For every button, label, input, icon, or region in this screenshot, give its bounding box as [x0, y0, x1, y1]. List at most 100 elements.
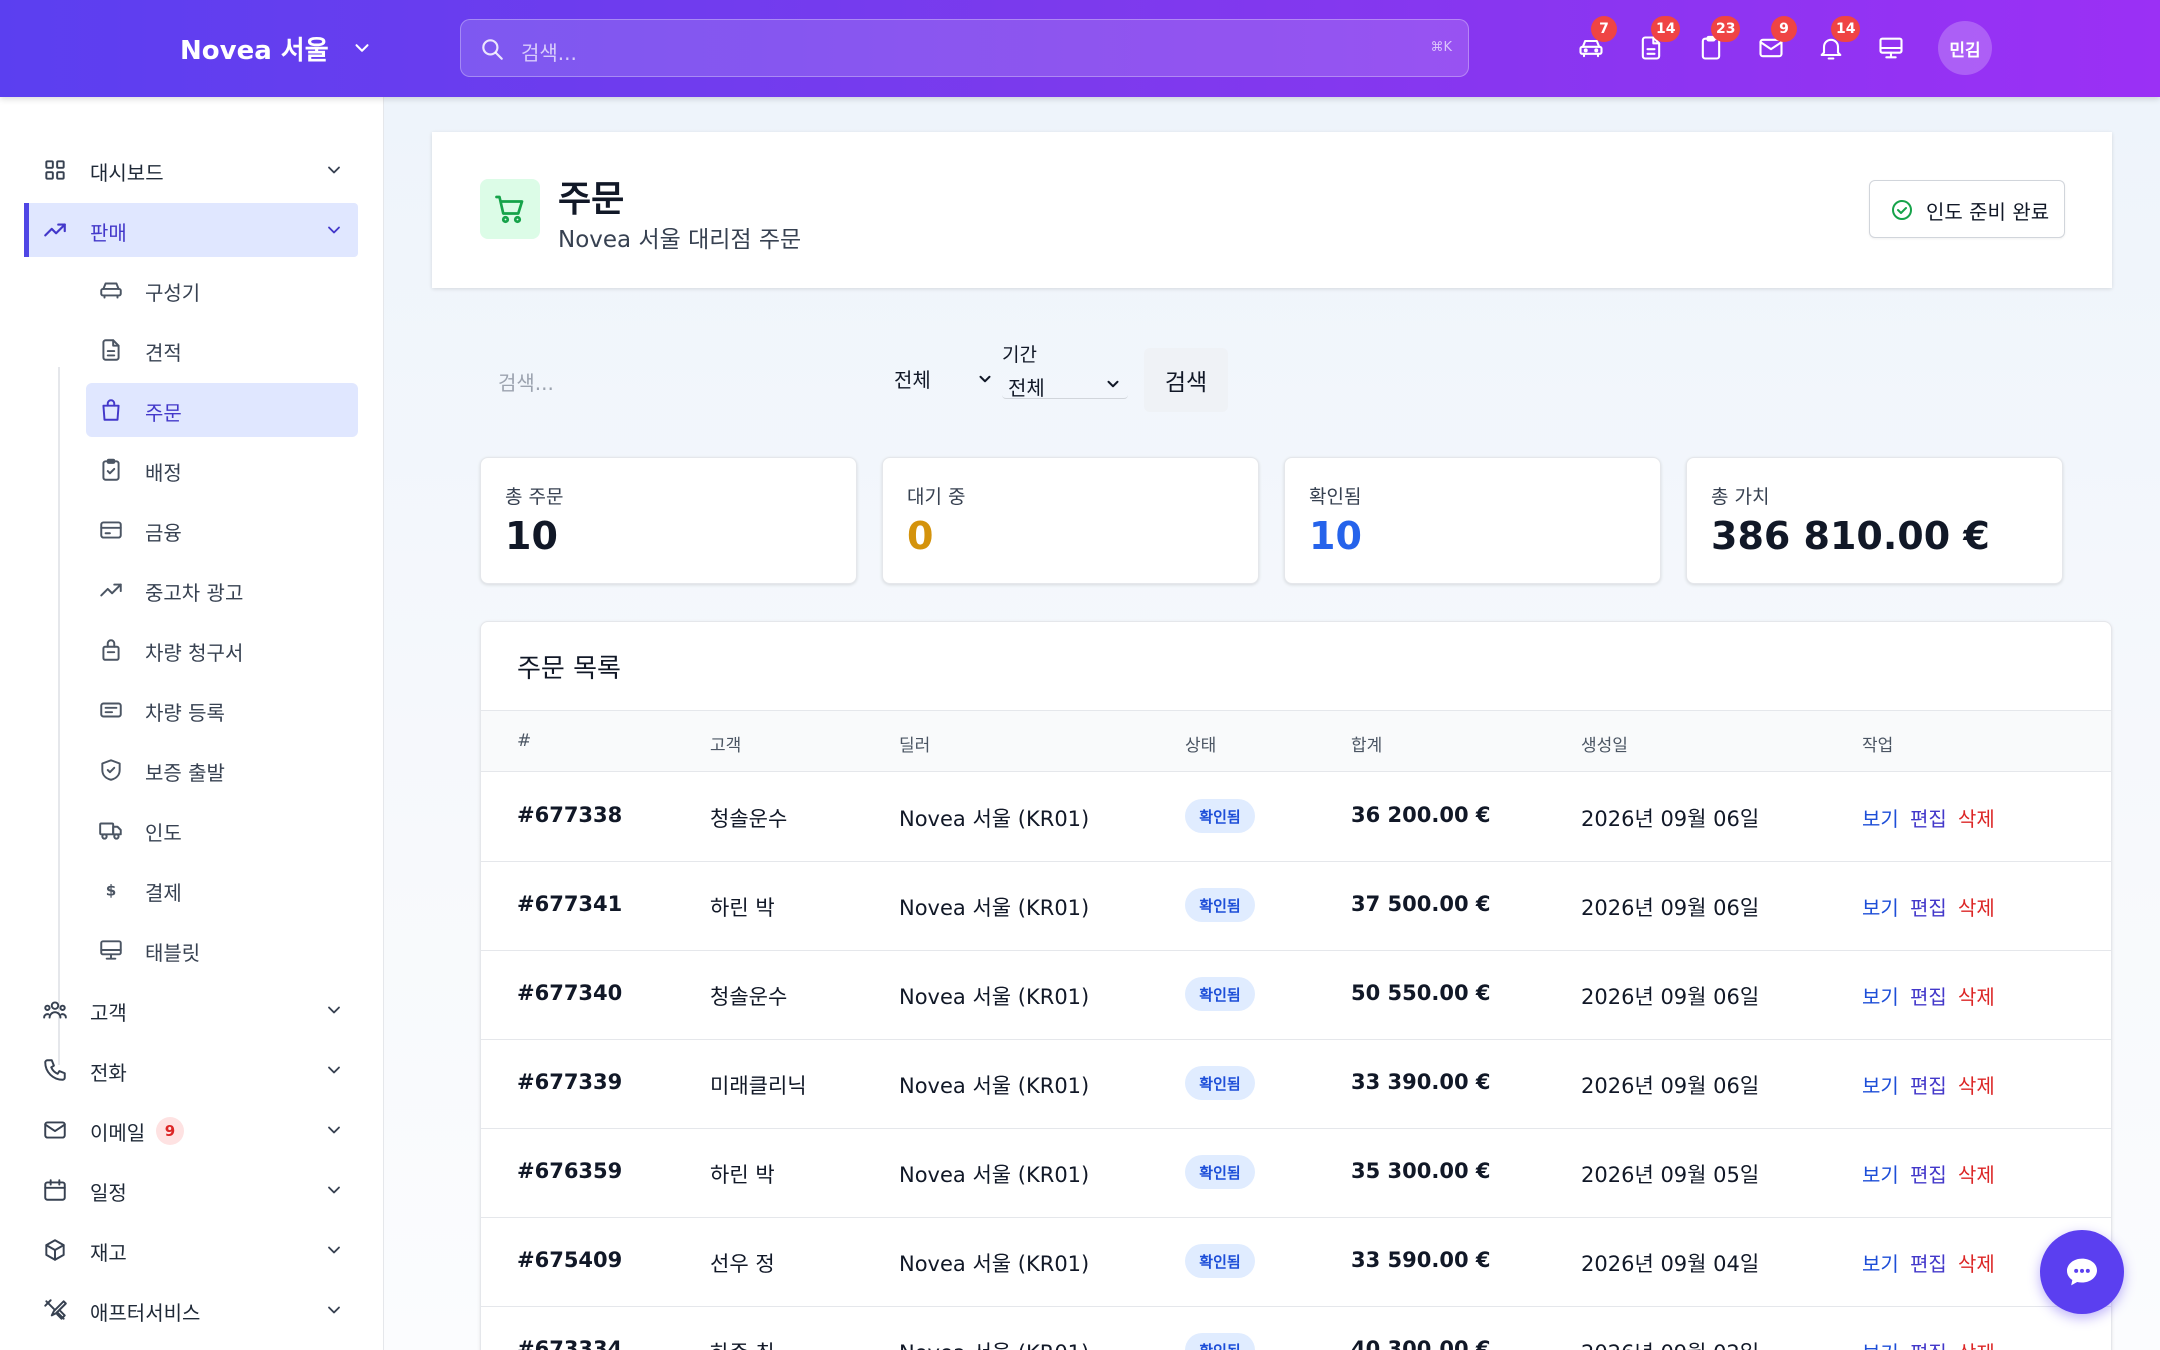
- sidebar-item-label: 고객: [90, 1001, 127, 1025]
- stat-card-total-value: 총 가치 386 810.00 €: [1686, 457, 2063, 584]
- edit-link[interactable]: 편집: [1910, 803, 1947, 832]
- view-link[interactable]: 보기: [1862, 892, 1899, 921]
- edit-link[interactable]: 편집: [1910, 1248, 1947, 1277]
- stat-label: 총 가치: [1711, 486, 1770, 508]
- sidebar-item-after-service[interactable]: 애프터서비스: [24, 1283, 358, 1337]
- sidebar-item-customers[interactable]: 고객: [24, 983, 358, 1037]
- view-link[interactable]: 보기: [1862, 1337, 1899, 1350]
- sidebar-item-delivery[interactable]: 인도: [86, 803, 358, 857]
- brand-name: Novea 서울: [180, 35, 329, 66]
- table-header: # 고객 딜러 상태 합계 생성일 작업: [481, 710, 2111, 772]
- header-notifications-button[interactable]: 14: [1811, 16, 1861, 68]
- grid-icon: [45, 160, 65, 180]
- edit-link[interactable]: 편집: [1910, 1070, 1947, 1099]
- email-count-badge: 9: [156, 1117, 184, 1145]
- order-total: 33 590.00 €: [1351, 1248, 1491, 1272]
- car-icon: [100, 282, 122, 299]
- delete-link[interactable]: 삭제: [1958, 1337, 1995, 1350]
- order-date: 2026년 09월 05일: [1581, 1163, 1760, 1187]
- sidebar-item-label: 배정: [145, 461, 182, 485]
- header-monitor-button[interactable]: [1871, 28, 1911, 68]
- header-mail-button[interactable]: 9: [1751, 16, 1797, 68]
- notifications-badge: 14: [1831, 16, 1861, 42]
- sidebar-item-warranty-start[interactable]: 보증 출발: [86, 743, 358, 797]
- user-avatar[interactable]: 민김: [1938, 21, 1992, 75]
- status-filter-select[interactable]: 전체: [894, 364, 991, 393]
- sidebar-item-label: 이메일: [90, 1121, 146, 1145]
- edit-link[interactable]: 편집: [1910, 1337, 1947, 1350]
- sidebar-item-vehicle-invoice[interactable]: 차량 청구서: [86, 623, 358, 677]
- order-date: 2026년 09월 06일: [1581, 985, 1760, 1009]
- order-customer: 하린 박: [710, 896, 775, 920]
- order-customer: 청솔운수: [710, 807, 788, 831]
- delete-link[interactable]: 삭제: [1958, 1248, 1995, 1277]
- column-header: 합계: [1351, 736, 1383, 756]
- shopping-bag-icon: [102, 399, 120, 421]
- header-car-button[interactable]: 7: [1571, 16, 1617, 68]
- page-subtitle: Novea 서울 대리점 주문: [558, 227, 802, 253]
- sidebar-item-schedule[interactable]: 일정: [24, 1163, 358, 1217]
- sidebar: 대시보드 판매 구성기 견적 주문 배정 금융 중고차 광고 차량 청구서 차량…: [0, 97, 384, 1350]
- delete-link[interactable]: 삭제: [1958, 892, 1995, 921]
- delete-link[interactable]: 삭제: [1958, 803, 1995, 832]
- view-link[interactable]: 보기: [1862, 1070, 1899, 1099]
- order-date: 2026년 09월 06일: [1581, 896, 1760, 920]
- sidebar-item-label: 인도: [145, 821, 182, 845]
- brand-switcher[interactable]: Novea 서울: [180, 28, 373, 68]
- view-link[interactable]: 보기: [1862, 981, 1899, 1010]
- global-search[interactable]: 검색... ⌘K: [460, 19, 1469, 77]
- period-filter-select[interactable]: 전체: [1002, 369, 1128, 400]
- delete-link[interactable]: 삭제: [1958, 1159, 1995, 1188]
- period-filter-value: 전체: [1008, 376, 1045, 400]
- sidebar-item-used-car-ads[interactable]: 중고차 광고: [86, 563, 358, 617]
- phone-icon: [44, 1059, 66, 1081]
- order-search-input[interactable]: 검색...: [498, 367, 798, 397]
- order-dealer: Novea 서울 (KR01): [899, 896, 1090, 920]
- shield-check-icon: [101, 759, 121, 781]
- chat-bubble-icon: [2067, 1258, 2097, 1286]
- sidebar-item-quotes[interactable]: 견적: [86, 323, 358, 377]
- order-id: #675409: [517, 1248, 623, 1272]
- header-documents-button[interactable]: 14: [1631, 16, 1681, 68]
- document-icon: [102, 339, 120, 361]
- sidebar-item-allocation[interactable]: 배정: [86, 443, 358, 497]
- sidebar-item-payment[interactable]: $ 결제: [86, 863, 358, 917]
- delete-link[interactable]: 삭제: [1958, 981, 1995, 1010]
- sidebar-item-finance[interactable]: 금융: [86, 503, 358, 557]
- page-icon: [480, 179, 540, 239]
- clipboard-check-icon: [102, 458, 120, 481]
- trending-up-icon: [100, 583, 122, 597]
- order-dealer: Novea 서울 (KR01): [899, 1074, 1090, 1098]
- sidebar-item-email[interactable]: 이메일 9: [24, 1103, 358, 1157]
- edit-link[interactable]: 편집: [1910, 981, 1947, 1010]
- sidebar-item-vehicle-registration[interactable]: 차량 등록: [86, 683, 358, 737]
- order-customer: 하준 최: [710, 1337, 775, 1350]
- ready-for-delivery-button[interactable]: 인도 준비 완료: [1869, 180, 2065, 238]
- box-icon: [45, 1239, 65, 1261]
- sidebar-item-dashboard[interactable]: 대시보드: [24, 143, 358, 197]
- column-header: 딜러: [899, 736, 931, 756]
- sidebar-item-label: 결제: [145, 881, 182, 905]
- view-link[interactable]: 보기: [1862, 1159, 1899, 1188]
- view-link[interactable]: 보기: [1862, 1248, 1899, 1277]
- sidebar-item-tablet[interactable]: 태블릿: [86, 923, 358, 977]
- search-button[interactable]: 검색: [1144, 348, 1228, 412]
- table-row: #677341 하린 박 Novea 서울 (KR01) 37 500.00 € 202…: [481, 862, 2111, 951]
- sidebar-item-sales[interactable]: 판매: [24, 203, 358, 257]
- sidebar-item-inventory[interactable]: 재고: [24, 1223, 358, 1277]
- edit-link[interactable]: 편집: [1910, 1159, 1947, 1188]
- sidebar-item-phone[interactable]: 전화: [24, 1043, 358, 1097]
- delete-link[interactable]: 삭제: [1958, 1070, 1995, 1099]
- id-card-icon: [100, 702, 122, 718]
- mail-icon: [44, 1121, 66, 1139]
- chat-button[interactable]: [2040, 1230, 2124, 1314]
- edit-link[interactable]: 편집: [1910, 892, 1947, 921]
- view-link[interactable]: 보기: [1862, 803, 1899, 832]
- header-clipboard-button[interactable]: 23: [1691, 16, 1741, 68]
- order-total: 50 550.00 €: [1351, 981, 1491, 1005]
- orders-table-title: 주문 목록: [517, 654, 621, 684]
- stat-card-pending: 대기 중 0: [882, 457, 1259, 584]
- sidebar-item-orders[interactable]: 주문: [86, 383, 358, 437]
- sidebar-item-configurator[interactable]: 구성기: [86, 263, 358, 317]
- status-badge: 확인됨: [1185, 1155, 1255, 1189]
